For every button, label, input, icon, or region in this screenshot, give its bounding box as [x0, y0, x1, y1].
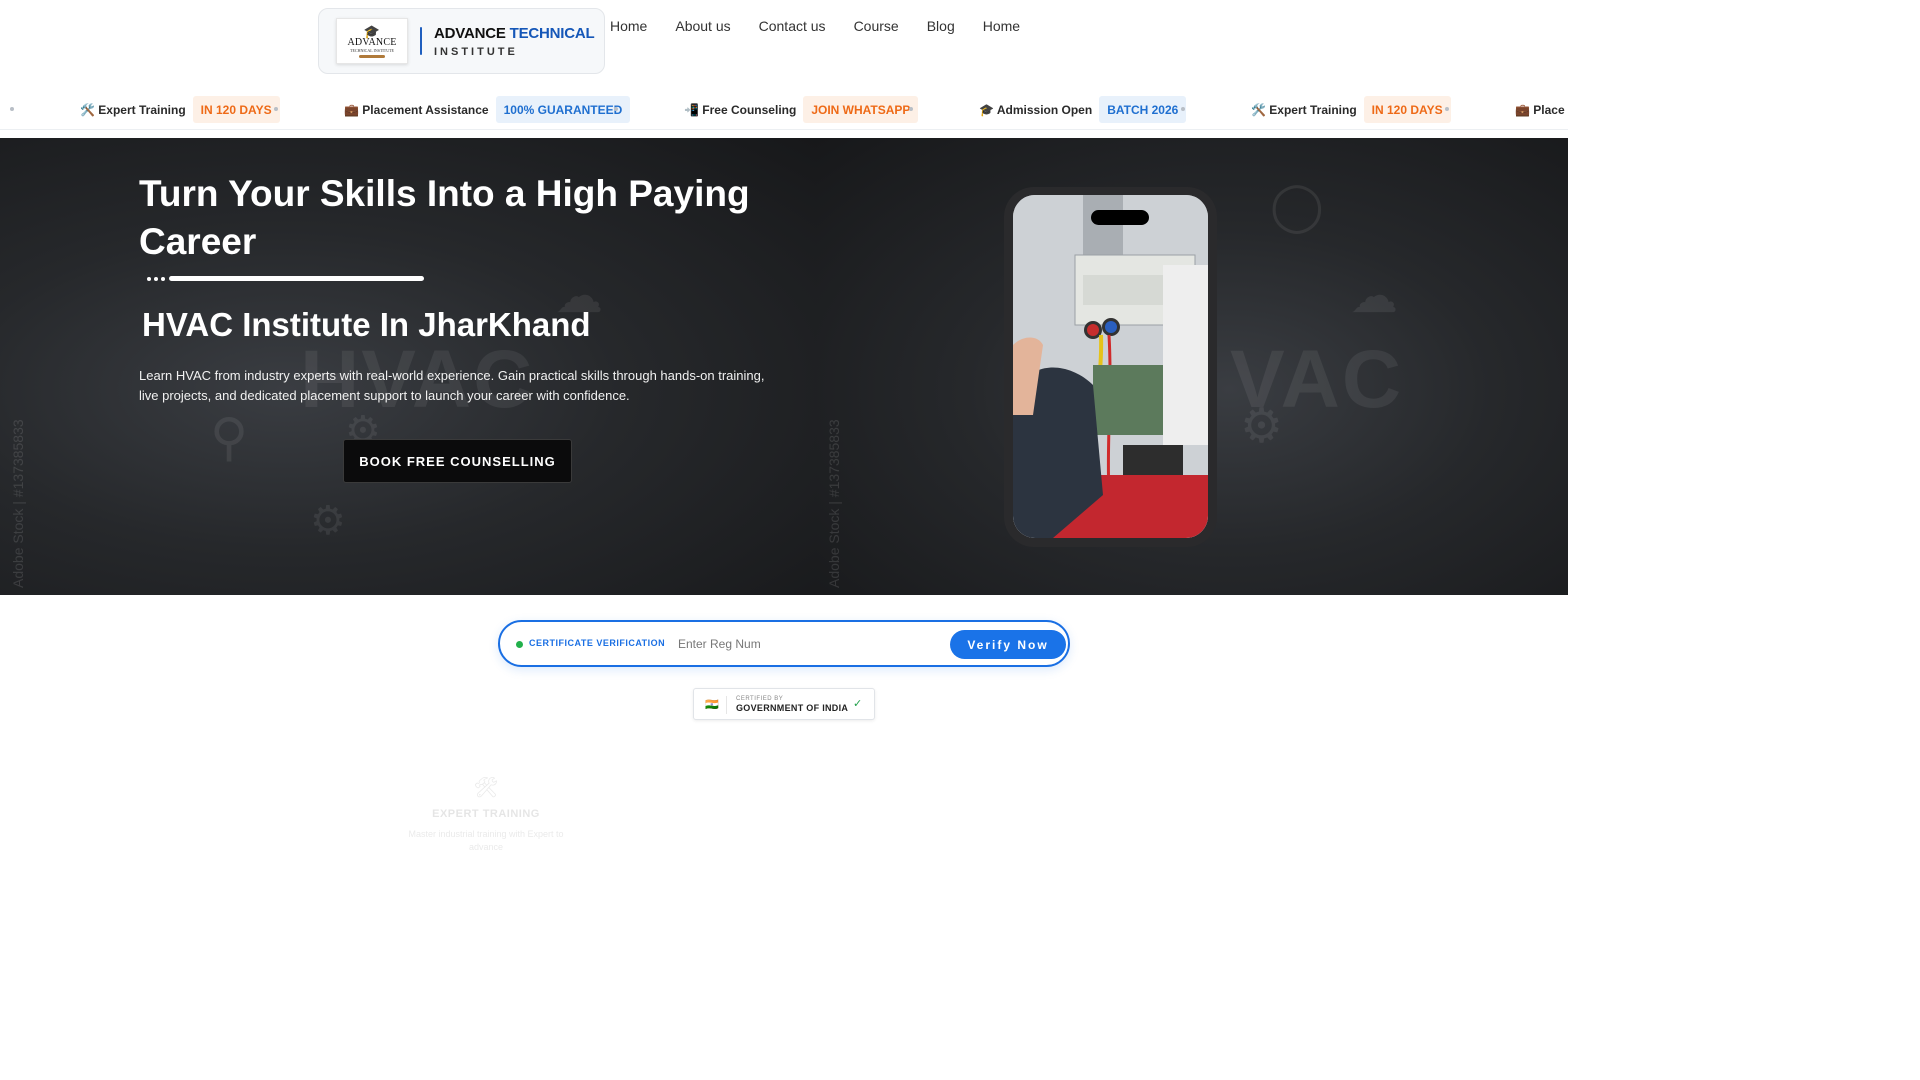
tools-icon: 🛠️: [80, 102, 95, 117]
nav-blog[interactable]: Blog: [927, 18, 955, 34]
stock-watermark-left: Adobe Stock | #137385833: [10, 419, 26, 588]
gear-icon: ⚙: [310, 499, 346, 543]
phone-notch: [1091, 210, 1149, 225]
ticker-separator: [614, 107, 618, 111]
brand-tagline: INSTITUTE: [434, 45, 518, 58]
ticker-badge: BATCH 2026: [1099, 96, 1187, 123]
ticker-separator: [1445, 107, 1449, 111]
ticker-item[interactable]: 🛠️ Expert Training IN 120 DAYS: [1251, 96, 1451, 123]
certified-by-label: CERTIFIED BY: [736, 696, 784, 702]
logo-image-subtext: TECHNICAL INSTITUTE: [350, 47, 394, 53]
feature-card-expert-training: 🛠 EXPERT TRAINING Master industrial trai…: [400, 775, 572, 854]
nav-home-2[interactable]: Home: [983, 18, 1020, 34]
ticker-label: Admission Open: [996, 102, 1093, 117]
globe-icon: ◯: [1270, 180, 1324, 233]
briefcase-icon: 💼: [344, 102, 359, 117]
hvac-training-image: [1013, 195, 1208, 538]
ticker-label: Expert Training: [1269, 102, 1357, 117]
ticker-label: Expert Training: [98, 102, 186, 117]
ticker-separator: [1181, 107, 1185, 111]
ticker-separator: [10, 107, 14, 111]
hero-dots-decoration: [147, 277, 168, 281]
tools-icon: 🛠️: [1251, 102, 1266, 117]
main-nav: Home About us Contact us Course Blog Hom…: [610, 18, 1048, 34]
hero-title: Turn Your Skills Into a High Paying Care…: [139, 173, 750, 262]
phone-icon: 📲: [684, 102, 699, 117]
stock-watermark-right: Adobe Stock | #137385833: [826, 419, 842, 588]
ticker-item[interactable]: 💼 Placement Assistance 100% GUARANTEED: [344, 96, 631, 123]
tools-icon: 🛠: [473, 777, 499, 799]
site-header: 🎓 ADVANCE TECHNICAL INSTITUTE ADVANCE TE…: [0, 0, 1568, 88]
nav-home[interactable]: Home: [610, 18, 647, 34]
graduation-cap-icon: 🎓: [979, 102, 994, 117]
ticker-item[interactable]: 🎓 Admission Open BATCH 2026: [979, 96, 1187, 123]
hero-underline-bar: [169, 276, 424, 281]
india-flag-icon: 🇮🇳: [705, 699, 719, 711]
government-certified-badge: 🇮🇳 CERTIFIED BY GOVERNMENT OF INDIA ✓: [693, 688, 875, 720]
logo-divider: [420, 27, 422, 55]
verify-now-button[interactable]: Verify Now: [950, 630, 1066, 659]
reg-number-input[interactable]: [678, 632, 938, 656]
phone-mockup: [1004, 187, 1217, 547]
ticker-item[interactable]: 💼 Place: [1515, 96, 1565, 123]
magnifier-icon: ⚲: [210, 409, 249, 467]
nav-course[interactable]: Course: [854, 18, 899, 34]
logo-image: 🎓 ADVANCE TECHNICAL INSTITUTE: [336, 18, 408, 64]
nav-contact-us[interactable]: Contact us: [759, 18, 826, 34]
phone-video[interactable]: [1013, 195, 1208, 538]
logo-image-word: ADVANCE: [347, 36, 397, 48]
badge-divider: [726, 696, 727, 714]
ticker-badge: IN 120 DAYS: [192, 96, 280, 123]
feature-description: Master industrial training with Expert t…: [408, 829, 564, 852]
verification-label: CERTIFICATE VERIFICATION: [529, 638, 666, 648]
graduation-cap-icon: 🎓: [363, 23, 381, 39]
feature-title: EXPERT TRAINING: [432, 808, 540, 820]
ticker-badge: JOIN WHATSAPP: [803, 96, 919, 123]
hero-description: Learn HVAC from industry experts with re…: [139, 368, 765, 403]
ticker-badge: IN 120 DAYS: [1363, 96, 1451, 123]
ticker-item[interactable]: 🛠️ Expert Training IN 120 DAYS: [80, 96, 280, 123]
status-dot: [516, 641, 523, 648]
ticker-label: Free Counseling: [702, 102, 797, 117]
hero-subtitle: HVAC Institute In JharKhand: [142, 306, 591, 343]
cloud-icon: ☁: [1350, 270, 1398, 323]
logo-text: ADVANCE TECHNICAL INSTITUTE: [434, 25, 595, 58]
ticker-separator: [274, 107, 278, 111]
brand-name-part2: TECHNICAL: [509, 24, 595, 42]
ticker-item[interactable]: 📲 Free Counseling JOIN WHATSAPP: [684, 96, 919, 123]
book-counselling-button[interactable]: BOOK FREE COUNSELLING: [343, 439, 572, 483]
certificate-verification-bar: CERTIFICATE VERIFICATION Verify Now: [498, 620, 1070, 667]
logo-swoosh: [359, 54, 385, 58]
announcement-ticker: 🛠️ Expert Training IN 120 DAYS 💼 Placeme…: [0, 88, 1568, 130]
check-icon: ✓: [853, 698, 863, 710]
government-of-india-label: GOVERNMENT OF INDIA: [736, 703, 849, 713]
briefcase-icon: 💼: [1515, 102, 1530, 117]
ticker-separator: [909, 107, 913, 111]
brand-name-part1: ADVANCE: [434, 24, 506, 42]
brand-logo[interactable]: 🎓 ADVANCE TECHNICAL INSTITUTE ADVANCE TE…: [318, 8, 605, 74]
nav-about-us[interactable]: About us: [675, 18, 730, 34]
ticker-badge: 100% GUARANTEED: [495, 96, 631, 123]
gear-icon: ⚙: [1240, 400, 1284, 453]
hero-section: HVAC VAC Adobe Stock | #137385833 Adobe …: [0, 138, 1568, 595]
ticker-label: Place: [1533, 102, 1565, 117]
ticker-label: Placement Assistance: [362, 102, 489, 117]
